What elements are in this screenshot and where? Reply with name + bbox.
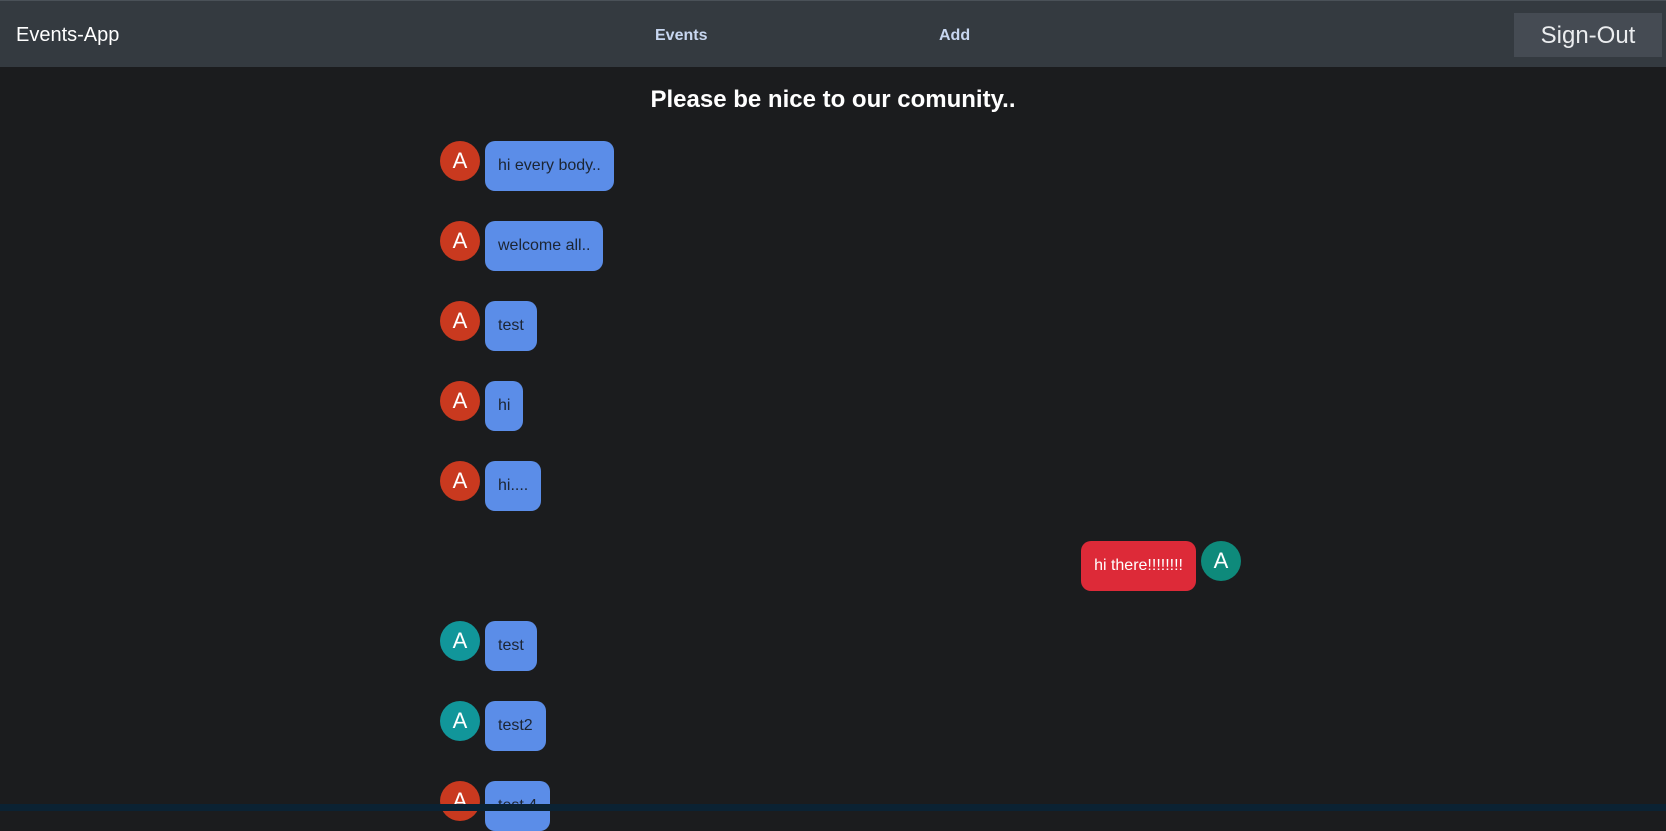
message-bubble: test2 — [485, 701, 546, 751]
message-bubble: welcome all.. — [485, 221, 604, 271]
chat-message: Ahi every body.. — [440, 141, 614, 191]
avatar: A — [440, 301, 480, 341]
chat-message: Ahi.... — [440, 461, 542, 511]
message-bubble: test — [485, 301, 537, 351]
chat-message: Atest2 — [440, 701, 546, 751]
message-bubble: test — [485, 621, 537, 671]
avatar: A — [440, 221, 480, 261]
avatar: A — [1201, 541, 1241, 581]
chat-message: hi there!!!!!!!! A — [1081, 541, 1241, 591]
chat-message: Awelcome all.. — [440, 221, 604, 271]
message-bubble: hi.... — [485, 461, 542, 511]
message-bubble: hi there!!!!!!!! — [1081, 541, 1196, 591]
message-bubble: hi every body.. — [485, 141, 614, 191]
bottom-background-strip — [0, 804, 1666, 811]
avatar: A — [440, 461, 480, 501]
avatar: A — [440, 141, 480, 181]
chat-message: Ahi — [440, 381, 524, 431]
chat-message-list: Ahi every body.. Awelcome all.. Atest Ahi Ah… — [0, 0, 1666, 831]
message-bubble: hi — [485, 381, 524, 431]
avatar: A — [440, 781, 480, 821]
avatar: A — [440, 381, 480, 421]
avatar: A — [440, 701, 480, 741]
avatar: A — [440, 621, 480, 661]
chat-message: Atest — [440, 301, 537, 351]
chat-message: Atest — [440, 621, 537, 671]
